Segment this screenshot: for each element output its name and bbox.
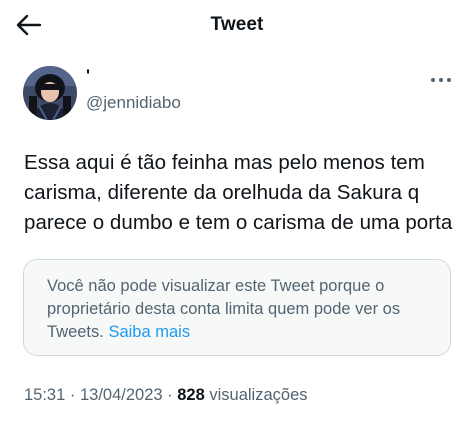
learn-more-link[interactable]: Saiba mais	[108, 323, 190, 341]
author-handle[interactable]: @jennidiabo	[86, 93, 181, 113]
more-horizontal-icon	[431, 78, 451, 82]
avatar[interactable]	[23, 66, 77, 120]
more-button[interactable]	[428, 72, 454, 88]
tweet-date[interactable]: 13/04/2023	[80, 386, 163, 404]
views-count: 828	[177, 386, 205, 404]
notice-message: Você não pode visualizar este Tweet porq…	[47, 277, 401, 341]
views-label: visualizações	[209, 386, 308, 404]
profile-photo	[23, 66, 77, 120]
tweet-text: Essa aqui é tão feinha mas pelo menos te…	[24, 151, 453, 234]
page-title: Tweet	[210, 14, 264, 35]
top-bar: Tweet	[0, 0, 474, 52]
author-display-name[interactable]: '	[86, 66, 90, 86]
notice-text-block: Você não pode visualizar este Tweet porq…	[47, 275, 437, 344]
meta-separator: ·	[65, 386, 80, 404]
restricted-notice: Você não pode visualizar este Tweet porq…	[23, 259, 451, 356]
tweet-meta: 15:31 · 13/04/2023 · 828 visualizações	[24, 386, 308, 405]
tweet-time[interactable]: 15:31	[24, 386, 65, 404]
meta-separator: ·	[162, 386, 178, 404]
